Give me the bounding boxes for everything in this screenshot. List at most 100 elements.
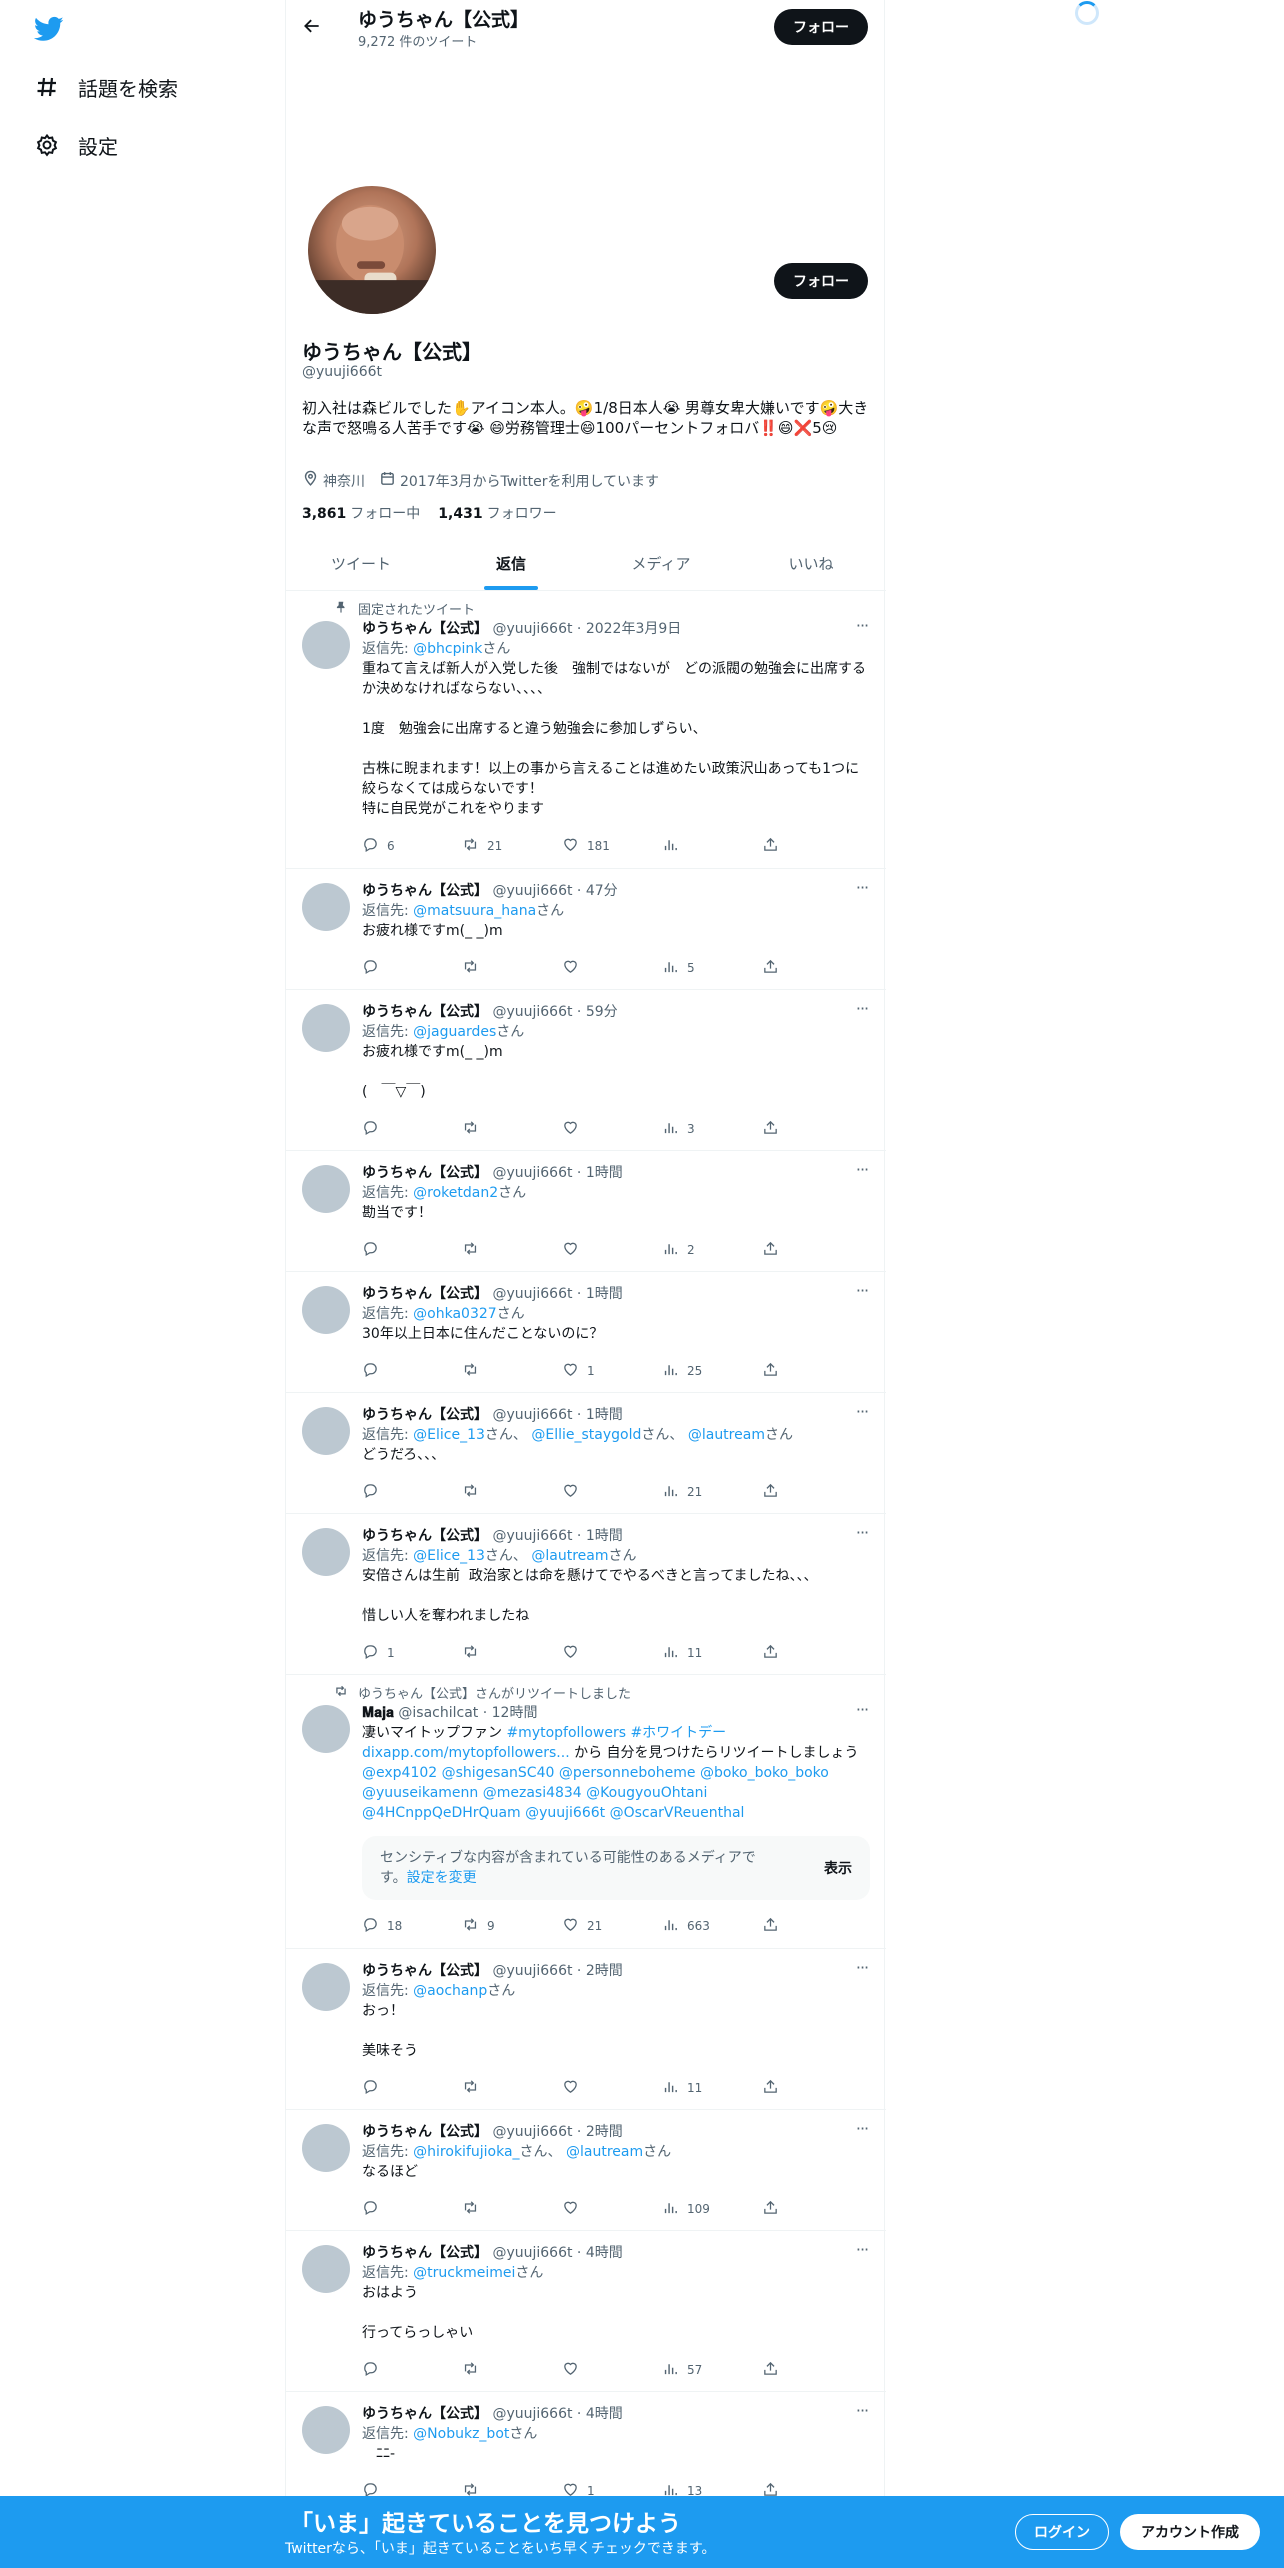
share-button[interactable]	[762, 2078, 779, 2098]
author-meta[interactable]: @isachilcat · 12時間	[398, 1705, 537, 1721]
views-button[interactable]: 25	[662, 1361, 702, 1381]
avatar[interactable]	[302, 883, 350, 931]
like-button[interactable]	[562, 2199, 587, 2219]
author-name[interactable]: 𝐌𝐚𝐣𝐚	[362, 1705, 394, 1721]
views-button[interactable]: 5	[662, 958, 695, 978]
views-button[interactable]: 663	[662, 1916, 710, 1936]
like-button[interactable]	[562, 958, 587, 978]
views-button[interactable]: 109	[662, 2199, 710, 2219]
author-meta[interactable]: @yuuji666t · 1時間	[492, 1407, 622, 1423]
like-button[interactable]	[562, 1482, 587, 1502]
author-meta[interactable]: @yuuji666t · 59分	[492, 1004, 617, 1020]
reply-mention-link[interactable]: @Ellie_staygold	[531, 1427, 641, 1443]
login-button[interactable]: ログイン	[1015, 2514, 1109, 2550]
reply-mention-link[interactable]: @lautream	[688, 1427, 765, 1443]
share-button[interactable]	[762, 1482, 779, 1502]
tweet[interactable]: ··· ゆうちゃん【公式】 @yuuji666t · 1時間 返信先: @roket…	[286, 1151, 886, 1272]
mention-links[interactable]: @exp4102 @shigesanSC40 @personneboheme @…	[362, 1765, 829, 1821]
avatar[interactable]	[302, 1705, 350, 1753]
retweet-button[interactable]	[462, 1361, 487, 1381]
sidebar-item-settings[interactable]: 設定	[34, 125, 118, 165]
avatar[interactable]	[302, 2406, 350, 2454]
author-meta[interactable]: @yuuji666t · 4時間	[492, 2406, 622, 2422]
twitter-logo-icon[interactable]	[33, 14, 64, 44]
reply-mention-link[interactable]: @bhcpink	[413, 641, 482, 657]
retweet-button[interactable]: 21	[462, 836, 502, 856]
share-button[interactable]	[762, 1240, 779, 1260]
author-meta[interactable]: @yuuji666t · 4時間	[492, 2245, 622, 2261]
like-button[interactable]	[562, 1119, 587, 1139]
retweet-button[interactable]: 9	[462, 1916, 495, 1936]
author-name[interactable]: ゆうちゃん【公式】	[362, 1407, 488, 1423]
retweet-button[interactable]	[462, 1643, 487, 1663]
share-button[interactable]	[762, 1916, 779, 1936]
author-meta[interactable]: @yuuji666t · 2時間	[492, 1963, 622, 1979]
reply-button[interactable]	[362, 958, 387, 978]
tweet[interactable]: ··· ゆうちゃん【公式】 @yuuji666t · 1時間 返信先: @Elice…	[286, 1514, 886, 1675]
author-name[interactable]: ゆうちゃん【公式】	[362, 1004, 488, 1020]
tweet[interactable]: ··· ゆうちゃん【公式】 @yuuji666t · 1時間 返信先: @Elice…	[286, 1393, 886, 1514]
show-media-button[interactable]: 表示	[824, 1858, 852, 1878]
reply-button[interactable]: 6	[362, 836, 395, 856]
author-name[interactable]: ゆうちゃん【公式】	[362, 1528, 488, 1544]
avatar[interactable]	[302, 1165, 350, 1213]
reply-mention-link[interactable]: @aochanp	[413, 1983, 487, 1999]
retweet-button[interactable]	[462, 2199, 487, 2219]
share-button[interactable]	[762, 1643, 779, 1663]
avatar[interactable]	[302, 1528, 350, 1576]
reply-mention-link[interactable]: @ohka0327	[413, 1306, 497, 1322]
author-meta[interactable]: @yuuji666t · 2022年3月9日	[492, 621, 681, 637]
reply-mention-link[interactable]: @Nobukz_bot	[413, 2426, 509, 2442]
author-name[interactable]: ゆうちゃん【公式】	[362, 1286, 488, 1302]
like-button[interactable]: 1	[562, 1361, 595, 1381]
avatar[interactable]	[302, 621, 350, 669]
profile-follow-button[interactable]: フォロー	[774, 263, 868, 299]
reply-mention-link[interactable]: @lautream	[566, 2144, 643, 2160]
reply-mention-link[interactable]: @lautream	[531, 1548, 608, 1564]
share-button[interactable]	[762, 2360, 779, 2380]
back-arrow-icon[interactable]	[298, 12, 326, 40]
author-name[interactable]: ゆうちゃん【公式】	[362, 2245, 488, 2261]
tweet[interactable]: ··· ゆうちゃん【公式】 @yuuji666t · 59分 返信先: @jagua…	[286, 990, 886, 1151]
reply-mention-link[interactable]: @jaguardes	[413, 1024, 496, 1040]
views-button[interactable]: 2	[662, 1240, 695, 1260]
header-follow-button[interactable]: フォロー	[774, 9, 868, 45]
tab-tweets[interactable]: ツイート	[286, 537, 436, 590]
reply-mention-link[interactable]: @truckmeimei	[413, 2265, 515, 2281]
author-meta[interactable]: @yuuji666t · 1時間	[492, 1528, 622, 1544]
author-name[interactable]: ゆうちゃん【公式】	[362, 1165, 488, 1181]
like-button[interactable]	[562, 1643, 587, 1663]
tab-replies[interactable]: 返信	[436, 537, 586, 590]
like-button[interactable]	[562, 2360, 587, 2380]
avatar[interactable]	[302, 1963, 350, 2011]
tweet[interactable]: ··· ゆうちゃん【公式】 @yuuji666t · 2時間 返信先: @hirok…	[286, 2110, 886, 2231]
hashtag-links[interactable]: #mytopfollowers #ホワイトデー	[506, 1725, 726, 1741]
avatar[interactable]	[302, 1286, 350, 1334]
tweet[interactable]: ··· ゆうちゃん【公式】 @yuuji666t · 4時間 返信先: @Nobuk…	[286, 2392, 886, 2513]
reply-button[interactable]	[362, 2078, 387, 2098]
change-settings-link[interactable]: 設定を変更	[407, 1870, 477, 1886]
author-name[interactable]: ゆうちゃん【公式】	[362, 2406, 488, 2422]
retweet-button[interactable]	[462, 1119, 487, 1139]
reply-mention-link[interactable]: @Elice_13	[413, 1548, 485, 1564]
avatar[interactable]	[302, 2124, 350, 2172]
tweet[interactable]: ··· ゆうちゃん【公式】 @yuuji666t · 4時間 返信先: @truck…	[286, 2231, 886, 2392]
like-button[interactable]: 181	[562, 836, 610, 856]
avatar[interactable]	[302, 2245, 350, 2293]
author-name[interactable]: ゆうちゃん【公式】	[362, 621, 488, 637]
share-button[interactable]	[762, 836, 779, 856]
author-meta[interactable]: @yuuji666t · 1時間	[492, 1286, 622, 1302]
reply-button[interactable]	[362, 1482, 387, 1502]
external-link[interactable]: dixapp.com/mytopfollowers...	[362, 1745, 570, 1761]
author-name[interactable]: ゆうちゃん【公式】	[362, 1963, 488, 1979]
views-button[interactable]: 11	[662, 1643, 702, 1663]
reply-button[interactable]	[362, 1361, 387, 1381]
author-name[interactable]: ゆうちゃん【公式】	[362, 2124, 488, 2140]
retweet-button[interactable]	[462, 2078, 487, 2098]
reply-button[interactable]: 1	[362, 1643, 395, 1663]
author-meta[interactable]: @yuuji666t · 47分	[492, 883, 617, 899]
share-button[interactable]	[762, 958, 779, 978]
views-button[interactable]: 11	[662, 2078, 702, 2098]
signup-button[interactable]: アカウント作成	[1120, 2514, 1260, 2550]
share-button[interactable]	[762, 2199, 779, 2219]
